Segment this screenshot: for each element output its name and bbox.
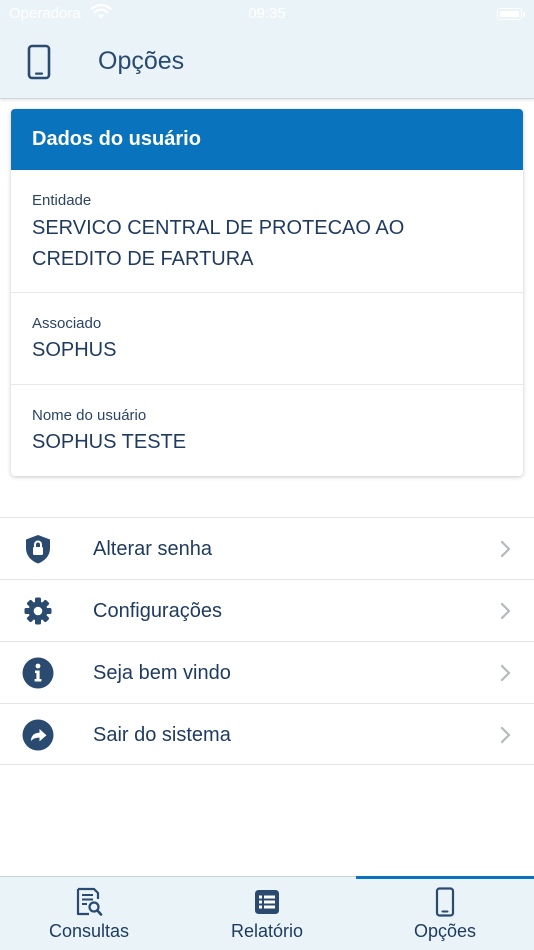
user-data-card: Dados do usuário Entidade SERVICO CENTRA… xyxy=(11,109,523,476)
shield-lock-icon xyxy=(22,533,54,565)
associate-label: Associado xyxy=(32,315,102,332)
username-label: Nome do usuário xyxy=(32,407,147,424)
menu-label: Sair do sistema xyxy=(93,724,231,746)
status-time: 09:35 xyxy=(248,5,286,22)
menu-item-settings[interactable]: Configurações xyxy=(0,579,534,641)
tab-consultas[interactable]: Consultas xyxy=(0,877,178,950)
chevron-right-icon xyxy=(500,602,512,625)
menu-label: Alterar senha xyxy=(93,538,212,560)
entity-value-line-2: CREDITO DE FARTURA xyxy=(32,248,254,270)
menu-item-change-password[interactable]: Alterar senha xyxy=(0,517,534,579)
battery-tip xyxy=(523,12,525,17)
associate-value: SOPHUS xyxy=(32,339,117,361)
entity-value-line-1: SERVICO CENTRAL DE PROTECAO AO xyxy=(32,217,405,239)
tab-relatorio[interactable]: Relatório xyxy=(178,877,356,950)
document-search-icon xyxy=(0,887,178,922)
tab-label: Relatório xyxy=(230,921,304,941)
chevron-right-icon xyxy=(500,540,512,563)
entity-field: Entidade SERVICO CENTRAL DE PROTECAO AO … xyxy=(11,192,523,275)
top-bar: Operadora 09:35 Opções xyxy=(0,0,534,99)
share-arrow-icon xyxy=(22,719,54,751)
card-title: Dados do usuário xyxy=(11,109,523,170)
info-icon xyxy=(22,657,54,689)
chevron-right-icon xyxy=(500,664,512,687)
tab-opcoes[interactable]: Opções xyxy=(356,876,534,950)
tab-bar: Consultas Relatório Opções xyxy=(0,876,534,950)
options-menu: Alterar senha Configurações Seja bem vin… xyxy=(0,517,534,765)
chevron-right-icon xyxy=(500,726,512,749)
entity-label: Entidade xyxy=(32,192,92,209)
status-bar: Operadora 09:35 xyxy=(0,0,534,28)
battery-icon xyxy=(497,8,522,20)
username-field: Nome do usuário SOPHUS TESTE xyxy=(11,407,523,458)
smartphone-icon xyxy=(27,44,51,85)
divider xyxy=(11,292,523,293)
page-title: Opções xyxy=(98,47,185,75)
menu-label: Configurações xyxy=(93,600,222,622)
tab-label: Opções xyxy=(413,921,477,941)
active-tab-indicator xyxy=(356,876,534,879)
menu-item-welcome[interactable]: Seja bem vindo xyxy=(0,641,534,703)
tab-label: Consultas xyxy=(48,921,130,941)
associate-field: Associado SOPHUS xyxy=(11,315,523,366)
menu-item-logout[interactable]: Sair do sistema xyxy=(0,703,534,765)
smartphone-icon xyxy=(356,887,534,922)
gear-icon xyxy=(22,595,54,627)
divider xyxy=(11,384,523,385)
menu-label: Seja bem vindo xyxy=(93,662,231,684)
list-icon xyxy=(178,889,356,920)
username-value: SOPHUS TESTE xyxy=(32,431,187,453)
